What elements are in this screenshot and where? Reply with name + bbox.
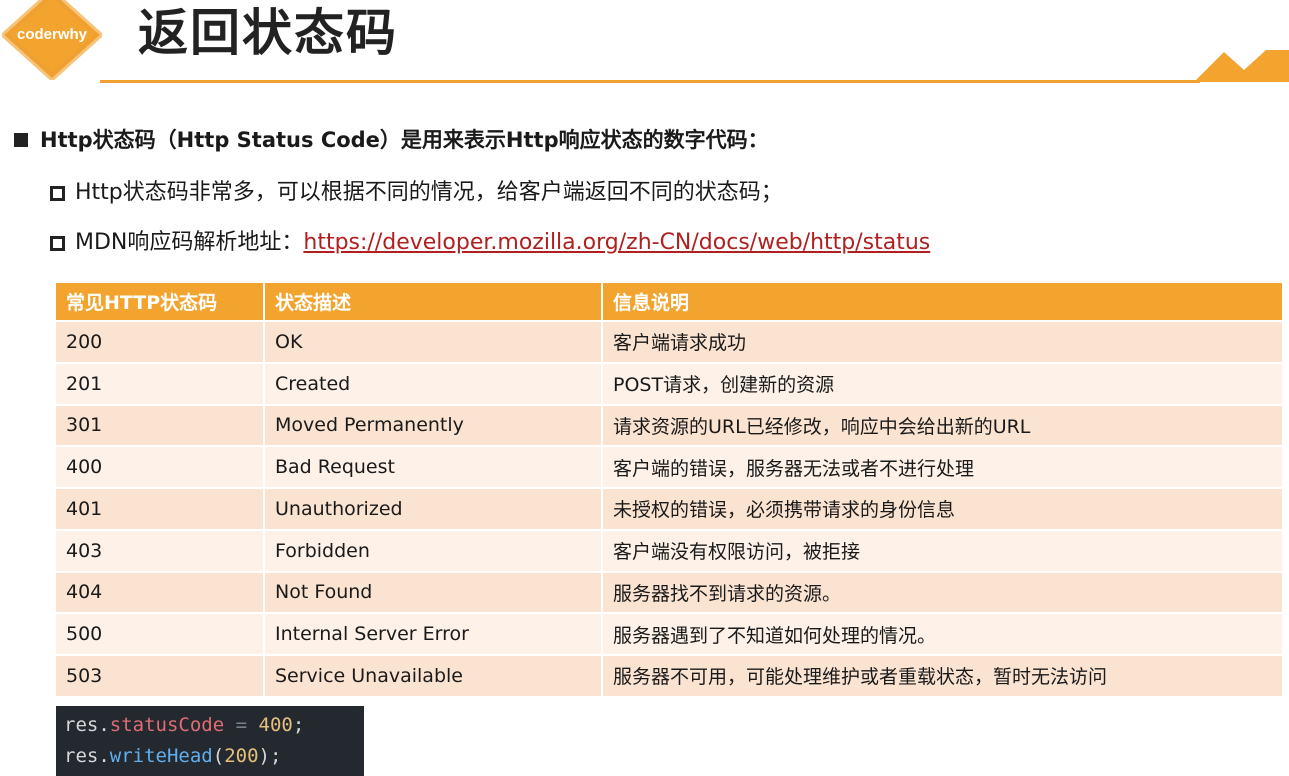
status-desc-cell: Service Unavailable	[264, 655, 603, 698]
status-code-cell: 200	[56, 321, 265, 364]
status-desc-cell: Unauthorized	[264, 488, 603, 531]
status-info-cell: 服务器不可用，可能处理维护或者重载状态，暂时无法访问	[602, 655, 1284, 698]
status-desc-cell: Created	[264, 362, 603, 406]
status-code-cell: 503	[56, 655, 265, 698]
code-token: res	[64, 714, 99, 736]
logo-text: coderwhy	[16, 26, 88, 43]
table-row: 500 Internal Server Error 服务器遇到了不知道如何处理的…	[56, 613, 1284, 656]
table-row: 404 Not Found 服务器找不到请求的资源。	[56, 571, 1284, 615]
code-token: 400	[258, 714, 293, 736]
mdn-link[interactable]: https://developer.mozilla.org/zh-CN/docs…	[303, 226, 930, 260]
status-desc-cell: OK	[264, 321, 603, 364]
sub-bullet-1: Http状态码非常多，可以根据不同的情况，给客户端返回不同的状态码；	[50, 176, 783, 210]
code-token: writeHead	[109, 745, 213, 767]
status-desc-cell: Bad Request	[264, 446, 603, 489]
code-token: .	[98, 745, 110, 767]
hollow-square-icon	[50, 185, 65, 201]
code-token: =	[224, 714, 259, 736]
code-line-1: res.statusCode = 400;	[64, 710, 356, 741]
table-row: 301 Moved Permanently 请求资源的URL已经修改，响应中会给…	[56, 404, 1284, 448]
status-info-cell: 客户端没有权限访问，被拒接	[602, 529, 1284, 573]
code-token: res	[64, 745, 99, 767]
status-desc-cell: Not Found	[264, 571, 603, 615]
status-info-cell: 未授权的错误，必须携带请求的身份信息	[602, 488, 1284, 531]
hollow-square-icon	[50, 235, 65, 251]
table-row: 200 OK 客户端请求成功	[56, 321, 1284, 364]
code-snippet: res.statusCode = 400; res.writeHead(200)…	[56, 706, 364, 776]
status-desc-cell: Forbidden	[264, 529, 603, 573]
page-title: 返回状态码	[138, 4, 398, 62]
table-header-row: 常见HTTP状态码 状态描述 信息说明	[56, 283, 1284, 322]
status-code-cell: 404	[56, 571, 265, 615]
status-info-cell: 请求资源的URL已经修改，响应中会给出新的URL	[602, 404, 1284, 448]
slide: coderwhy 返回状态码 Http状态码（Http Status Code）…	[0, 0, 1289, 776]
status-info-cell: 客户端的错误，服务器无法或者不进行处理	[602, 446, 1284, 489]
code-token: (	[212, 745, 225, 767]
code-token: 200	[224, 745, 259, 767]
main-bullet-text: Http状态码（Http Status Code）是用来表示Http响应状态的数…	[40, 128, 769, 152]
status-info-cell: 服务器找不到请求的资源。	[602, 571, 1284, 615]
table-row: 503 Service Unavailable 服务器不可用，可能处理维护或者重…	[56, 655, 1284, 698]
status-code-cell: 403	[56, 529, 265, 573]
sub-bullet-2: MDN响应码解析地址： https://developer.mozilla.or…	[50, 226, 930, 260]
coderwhy-logo: coderwhy	[2, 0, 102, 80]
corner-decoration	[1194, 50, 1289, 82]
status-desc-cell: Internal Server Error	[264, 613, 603, 656]
main-bullet: Http状态码（Http Status Code）是用来表示Http响应状态的数…	[14, 124, 769, 156]
status-code-cell: 401	[56, 488, 265, 531]
table-row: 400 Bad Request 客户端的错误，服务器无法或者不进行处理	[56, 446, 1284, 489]
code-token: .	[98, 714, 110, 736]
status-code-cell: 301	[56, 404, 265, 448]
table-row: 403 Forbidden 客户端没有权限访问，被拒接	[56, 529, 1284, 573]
sub-bullet-1-text: Http状态码非常多，可以根据不同的情况，给客户端返回不同的状态码；	[75, 180, 783, 205]
code-line-2: res.writeHead(200);	[64, 741, 356, 772]
status-code-table: 常见HTTP状态码 状态描述 信息说明 200 OK 客户端请求成功 201 C…	[56, 283, 1284, 698]
table-row: 401 Unauthorized 未授权的错误，必须携带请求的身份信息	[56, 488, 1284, 531]
sub-bullet-2-text: MDN响应码解析地址：	[75, 230, 304, 255]
column-header: 状态描述	[264, 283, 603, 322]
status-code-cell: 201	[56, 362, 265, 406]
header-divider	[100, 80, 1200, 83]
code-token: ;	[292, 714, 305, 736]
status-info-cell: POST请求，创建新的资源	[602, 362, 1284, 406]
filled-square-icon	[14, 133, 28, 147]
table-row: 201 Created POST请求，创建新的资源	[56, 362, 1284, 406]
code-token: );	[258, 745, 282, 767]
status-desc-cell: Moved Permanently	[264, 404, 603, 448]
status-info-cell: 服务器遇到了不知道如何处理的情况。	[602, 613, 1284, 656]
column-header: 信息说明	[602, 283, 1284, 322]
status-code-cell: 400	[56, 446, 265, 489]
status-info-cell: 客户端请求成功	[602, 321, 1284, 364]
status-code-cell: 500	[56, 613, 265, 656]
column-header: 常见HTTP状态码	[56, 283, 265, 322]
code-token: statusCode	[109, 714, 225, 736]
